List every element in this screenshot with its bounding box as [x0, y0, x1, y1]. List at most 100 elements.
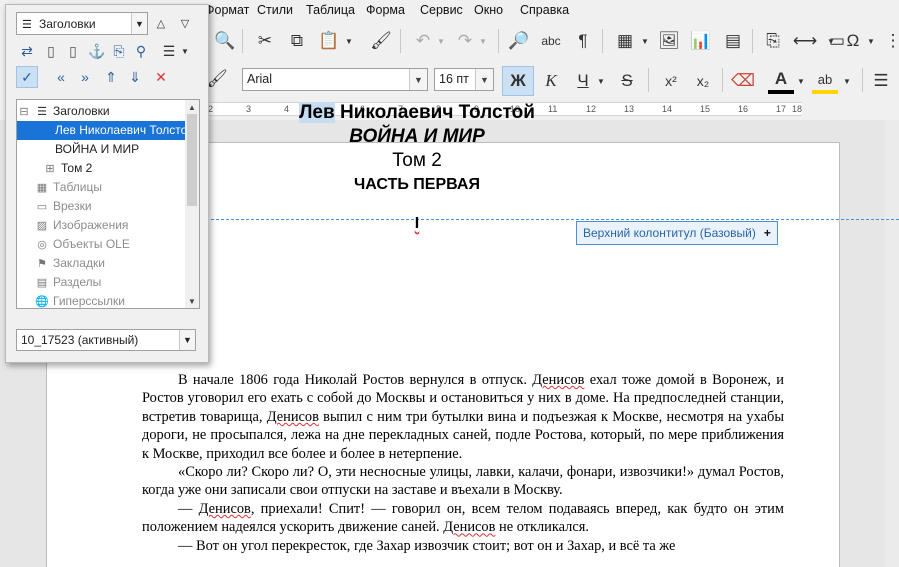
- insert-image-icon[interactable]: 🖼: [656, 28, 682, 54]
- underline-button[interactable]: Ч: [570, 68, 596, 94]
- tree-item-title[interactable]: ВОЙНА И МИР: [17, 140, 187, 159]
- misspelled-word[interactable]: Денисов: [532, 372, 584, 388]
- font-name-combo[interactable]: Arial ▼: [242, 68, 428, 91]
- tree-item-frames[interactable]: ▭ Врезки: [17, 197, 187, 216]
- navigator-panel[interactable]: ☰ Заголовки ▼ △ ▽ ⇄ ▯ ▯ ⚓ ⎘ ⚲ ☰ ▼ ✓ « » …: [5, 4, 209, 363]
- strikethrough-button[interactable]: S: [614, 68, 640, 94]
- anchor-icon[interactable]: ⚓: [86, 40, 108, 62]
- tree-scrollbar[interactable]: ▲ ▼: [185, 100, 199, 308]
- menu-format[interactable]: Формат: [205, 3, 249, 17]
- undo-dropdown-icon[interactable]: ▼: [436, 28, 446, 54]
- tree-item-ole-objects[interactable]: ◎ Объекты OLE: [17, 235, 187, 254]
- clone-formatting-icon[interactable]: 🖌: [368, 28, 394, 54]
- font-size-combo[interactable]: 16 пт ▼: [434, 68, 494, 91]
- close-icon[interactable]: ✕: [150, 66, 172, 88]
- promote-chapter-icon[interactable]: ⇑: [100, 66, 122, 88]
- subscript-button[interactable]: x₂: [690, 68, 716, 94]
- content-view-icon[interactable]: ✓: [16, 66, 38, 88]
- insert-table-dropdown-icon[interactable]: ▼: [640, 28, 650, 54]
- clear-formatting-icon[interactable]: ⌫: [730, 68, 756, 94]
- section-icon: ▤: [36, 277, 48, 289]
- menu-form[interactable]: Форма: [366, 3, 405, 17]
- chevron-down-icon[interactable]: ▼: [131, 13, 147, 34]
- footer-icon[interactable]: ▯: [62, 40, 84, 62]
- drag-mode-icon[interactable]: ⚲: [130, 40, 152, 62]
- demote-chapter-icon[interactable]: ⇓: [124, 66, 146, 88]
- special-character-icon[interactable]: Ω: [840, 28, 866, 54]
- tree-item-volume[interactable]: ⊞ Том 2: [17, 159, 187, 178]
- formatting-marks-icon[interactable]: ¶: [570, 28, 596, 54]
- navigator-document-combo[interactable]: 10_17523 (активный) ▼: [16, 329, 196, 351]
- special-character-dropdown-icon[interactable]: ▼: [866, 28, 876, 54]
- heading-levels-icon[interactable]: ☰: [158, 40, 180, 62]
- body-text[interactable]: В начале 1806 года Николай Ростов вернул…: [142, 371, 784, 555]
- menu-help[interactable]: Справка: [520, 3, 569, 17]
- tree-item-bookmarks[interactable]: ⚑ Закладки: [17, 254, 187, 273]
- font-color-icon[interactable]: A: [768, 68, 794, 94]
- menu-table[interactable]: Таблица: [306, 3, 355, 17]
- undo-icon[interactable]: ↶: [410, 28, 436, 54]
- toolbar-separator: [722, 68, 723, 92]
- chevron-down-icon[interactable]: ▼: [409, 69, 427, 90]
- collapse-icon[interactable]: ⊟: [17, 105, 31, 118]
- more-options-icon[interactable]: ⋮: [880, 28, 899, 54]
- underline-dropdown-icon[interactable]: ▼: [596, 68, 606, 94]
- paragraph: В начале 1806 года Николай Ростов вернул…: [142, 371, 784, 463]
- insert-textbox-icon[interactable]: ▤: [720, 28, 746, 54]
- redo-dropdown-icon[interactable]: ▼: [478, 28, 488, 54]
- header-tooltip[interactable]: Верхний колонтитул (Базовый) +: [576, 221, 778, 245]
- italic-button[interactable]: К: [538, 68, 564, 94]
- add-header-button[interactable]: +: [764, 226, 771, 240]
- copy-icon[interactable]: ⧉: [284, 28, 310, 54]
- header-icon[interactable]: ▯: [40, 40, 62, 62]
- demote-level-icon[interactable]: »: [74, 66, 96, 88]
- insert-field-dropdown-icon[interactable]: ▼: [826, 28, 836, 54]
- scroll-thumb[interactable]: [187, 114, 197, 206]
- page-break-icon[interactable]: ⎘: [760, 28, 786, 54]
- promote-level-icon[interactable]: «: [50, 66, 72, 88]
- paste-icon[interactable]: 📋: [316, 28, 342, 54]
- tree-item-sections[interactable]: ▤ Разделы: [17, 273, 187, 292]
- heading-levels-dropdown-icon[interactable]: ▼: [180, 38, 190, 64]
- tree-item-tables[interactable]: ▦ Таблицы: [17, 178, 187, 197]
- misspelled-word[interactable]: Денисов: [443, 519, 495, 535]
- print-preview-icon[interactable]: 🔍: [212, 28, 238, 54]
- navigation-icon[interactable]: ⇄: [16, 40, 38, 62]
- cut-icon[interactable]: ✂: [252, 28, 278, 54]
- tree-item-label: Врезки: [53, 199, 92, 213]
- chevron-down-icon[interactable]: ▼: [475, 69, 493, 90]
- highlight-color-icon[interactable]: ab: [812, 68, 838, 94]
- expand-icon[interactable]: ⊞: [43, 162, 57, 175]
- highlight-dropdown-icon[interactable]: ▼: [842, 68, 852, 94]
- navigator-tree[interactable]: ⊟ ☰ Заголовки Лев Николаевич Толстой ВОЙНА…: [16, 99, 200, 309]
- previous-object-icon[interactable]: △: [150, 12, 172, 34]
- menu-styles[interactable]: Стили: [257, 3, 293, 17]
- chevron-down-icon[interactable]: ▼: [179, 330, 195, 350]
- misspelled-word[interactable]: Денисов: [199, 501, 251, 517]
- menu-tools[interactable]: Сервис: [420, 3, 463, 17]
- tree-item-author[interactable]: Лев Николаевич Толстой: [17, 121, 187, 140]
- paste-dropdown-icon[interactable]: ▼: [344, 28, 354, 54]
- scroll-up-icon[interactable]: ▲: [185, 100, 199, 114]
- tree-item-images[interactable]: ▨ Изображения: [17, 216, 187, 235]
- bold-button[interactable]: Ж: [502, 66, 534, 96]
- insert-field-icon[interactable]: ⟷: [792, 28, 818, 54]
- insert-table-icon[interactable]: ▦: [612, 28, 638, 54]
- misspelled-word[interactable]: Денисов: [267, 409, 319, 425]
- align-left-icon[interactable]: ☰: [868, 68, 894, 94]
- tree-item-label: Разделы: [53, 275, 102, 289]
- insert-chart-icon[interactable]: 📊: [688, 28, 714, 54]
- superscript-button[interactable]: x²: [658, 68, 684, 94]
- tree-item-headings[interactable]: ⊟ ☰ Заголовки: [17, 102, 187, 121]
- menu-window[interactable]: Окно: [474, 3, 503, 17]
- reminder-icon[interactable]: ⎘: [108, 40, 130, 62]
- redo-icon[interactable]: ↷: [452, 28, 478, 54]
- find-replace-icon[interactable]: 🔎: [506, 28, 532, 54]
- spelling-icon[interactable]: abc: [538, 28, 564, 54]
- tree-item-hyperlinks[interactable]: 🌐 Гиперссылки: [17, 292, 187, 308]
- navigator-category-combo[interactable]: ☰ Заголовки ▼: [16, 12, 148, 35]
- vertical-scrollbar[interactable]: [885, 120, 899, 567]
- font-color-dropdown-icon[interactable]: ▼: [796, 68, 806, 94]
- scroll-down-icon[interactable]: ▼: [185, 294, 199, 308]
- next-object-icon[interactable]: ▽: [174, 12, 196, 34]
